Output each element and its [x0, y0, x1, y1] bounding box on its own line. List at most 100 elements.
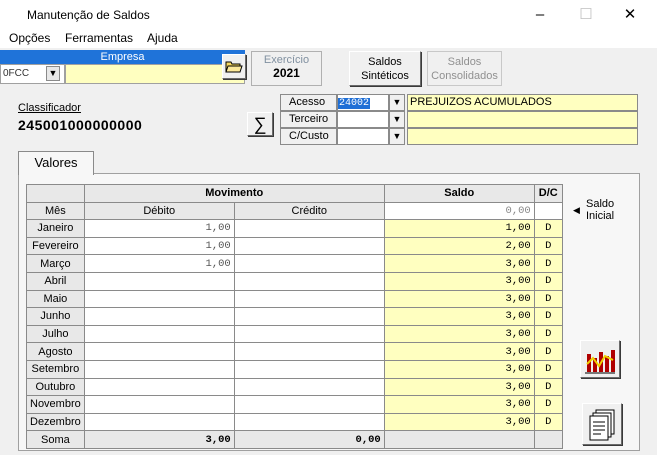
terceiro-description — [407, 111, 638, 128]
saldo-cell: 3,00 — [383, 412, 535, 432]
acesso-dropdown-button[interactable]: ▼ — [389, 94, 405, 111]
menu-ajuda[interactable]: Ajuda — [147, 31, 178, 45]
document-icon — [589, 409, 615, 441]
table-row: Junho 3,00 D — [26, 307, 563, 326]
debito-cell[interactable] — [83, 307, 235, 326]
credito-cell[interactable] — [233, 236, 385, 256]
chevron-down-icon: ▼ — [48, 68, 58, 78]
month-cell: Junho — [26, 307, 85, 326]
corner-cell — [26, 184, 85, 203]
table-row: Março 1,00 3,00 D — [26, 254, 563, 273]
table-row: Abril 3,00 D — [26, 271, 563, 291]
month-cell: Janeiro — [26, 219, 85, 238]
exercicio-box[interactable]: Exercício 2021 — [251, 51, 322, 86]
credito-cell[interactable] — [233, 412, 385, 432]
saldos-sinteticos-button[interactable]: Saldos Sintéticos — [349, 51, 421, 86]
dc-cell: D — [533, 254, 563, 273]
credito-cell[interactable] — [233, 377, 385, 397]
debito-cell[interactable] — [83, 342, 235, 361]
credito-cell[interactable] — [233, 359, 385, 379]
saldo-cell: 3,00 — [383, 395, 535, 414]
saldo-cell: 2,00 — [383, 236, 535, 256]
table-row: Fevereiro 1,00 2,00 D — [26, 236, 563, 256]
terceiro-field[interactable] — [337, 111, 389, 128]
saldos-consolidados-line2: Consolidados — [431, 70, 498, 82]
terceiro-dropdown-button[interactable]: ▼ — [389, 111, 405, 128]
debito-cell[interactable]: 1,00 — [83, 219, 235, 238]
month-cell: Março — [26, 254, 85, 273]
credito-cell[interactable] — [233, 289, 385, 309]
classificador-value: 245001000000000 — [18, 117, 143, 133]
empresa-dropdown-button[interactable]: ▼ — [46, 66, 60, 81]
dc-cell: D — [533, 236, 563, 256]
ccusto-label: C/Custo — [280, 128, 337, 145]
credito-cell[interactable] — [233, 254, 385, 273]
acesso-field[interactable]: 24002 — [337, 94, 389, 111]
open-folder-button[interactable] — [222, 54, 246, 79]
saldo-cell: 3,00 — [383, 254, 535, 273]
month-cell: Fevereiro — [26, 236, 85, 256]
saldo-cell: 1,00 — [383, 219, 535, 238]
bar-chart-icon — [585, 350, 615, 374]
saldo-inicial-cell[interactable]: 0,00 — [383, 201, 535, 221]
report-button[interactable] — [582, 403, 622, 445]
acesso-label: Acesso — [280, 94, 337, 111]
debito-cell[interactable] — [83, 412, 235, 432]
dc-cell: D — [533, 271, 563, 291]
ccusto-field[interactable] — [337, 128, 389, 145]
debito-cell[interactable]: 1,00 — [83, 236, 235, 256]
debito-cell[interactable] — [83, 359, 235, 379]
sum-button[interactable]: ∑ — [247, 112, 273, 136]
credito-cell[interactable] — [233, 219, 385, 238]
exercicio-label: Exercício — [263, 54, 310, 66]
table-row: Setembro 3,00 D — [26, 359, 563, 379]
debito-cell[interactable]: 1,00 — [83, 254, 235, 273]
credito-cell[interactable] — [233, 271, 385, 291]
table-row: Outubro 3,00 D — [26, 377, 563, 397]
table-row: Agosto 3,00 D — [26, 342, 563, 361]
chart-button[interactable] — [580, 340, 620, 378]
credito-cell[interactable] — [233, 342, 385, 361]
minimize-button[interactable]: – — [523, 4, 557, 26]
empresa-name-field[interactable] — [65, 64, 245, 84]
chevron-down-icon: ▼ — [392, 131, 402, 141]
month-cell: Novembro — [26, 395, 85, 414]
soma-dc-empty — [533, 430, 563, 449]
debito-cell[interactable] — [83, 395, 235, 414]
dc-cell: D — [533, 307, 563, 326]
menu-opcoes[interactable]: Opções — [9, 31, 50, 45]
table-row: Novembro 3,00 D — [26, 395, 563, 414]
debito-cell[interactable] — [83, 324, 235, 344]
maximize-button[interactable]: ☐ — [569, 4, 603, 26]
tab-valores[interactable]: Valores — [18, 151, 94, 175]
acesso-value: 24002 — [338, 98, 371, 109]
saldo-cell: 3,00 — [383, 271, 535, 291]
ccusto-dropdown-button[interactable]: ▼ — [389, 128, 405, 145]
movimento-header: Movimento — [83, 184, 385, 203]
debito-cell[interactable] — [83, 271, 235, 291]
saldo-cell: 3,00 — [383, 342, 535, 361]
month-cell: Abril — [26, 271, 85, 291]
credito-cell[interactable] — [233, 395, 385, 414]
soma-debito: 3,00 — [83, 430, 235, 449]
table-row: Janeiro 1,00 1,00 D — [26, 219, 563, 238]
menu-ferramentas[interactable]: Ferramentas — [65, 31, 133, 45]
saldo-inicial-line1: Saldo — [586, 198, 615, 210]
dc-cell: D — [533, 395, 563, 414]
credito-cell[interactable] — [233, 307, 385, 326]
close-button[interactable]: ✕ — [613, 4, 647, 26]
debito-cell[interactable] — [83, 377, 235, 397]
table-row: Dezembro 3,00 D — [26, 412, 563, 432]
chevron-down-icon: ▼ — [392, 114, 402, 124]
mes-header: Mês — [26, 201, 85, 221]
dc-inicial-cell — [533, 201, 563, 221]
saldos-consolidados-button[interactable]: Saldos Consolidados — [427, 51, 502, 86]
month-cell: Dezembro — [26, 412, 85, 432]
table-row: Maio 3,00 D — [26, 289, 563, 309]
dc-cell: D — [533, 324, 563, 344]
debito-cell[interactable] — [83, 289, 235, 309]
empresa-label: Empresa — [0, 50, 245, 64]
credito-cell[interactable] — [233, 324, 385, 344]
month-cell: Setembro — [26, 359, 85, 379]
saldos-sinteticos-line1: Saldos — [368, 56, 402, 68]
